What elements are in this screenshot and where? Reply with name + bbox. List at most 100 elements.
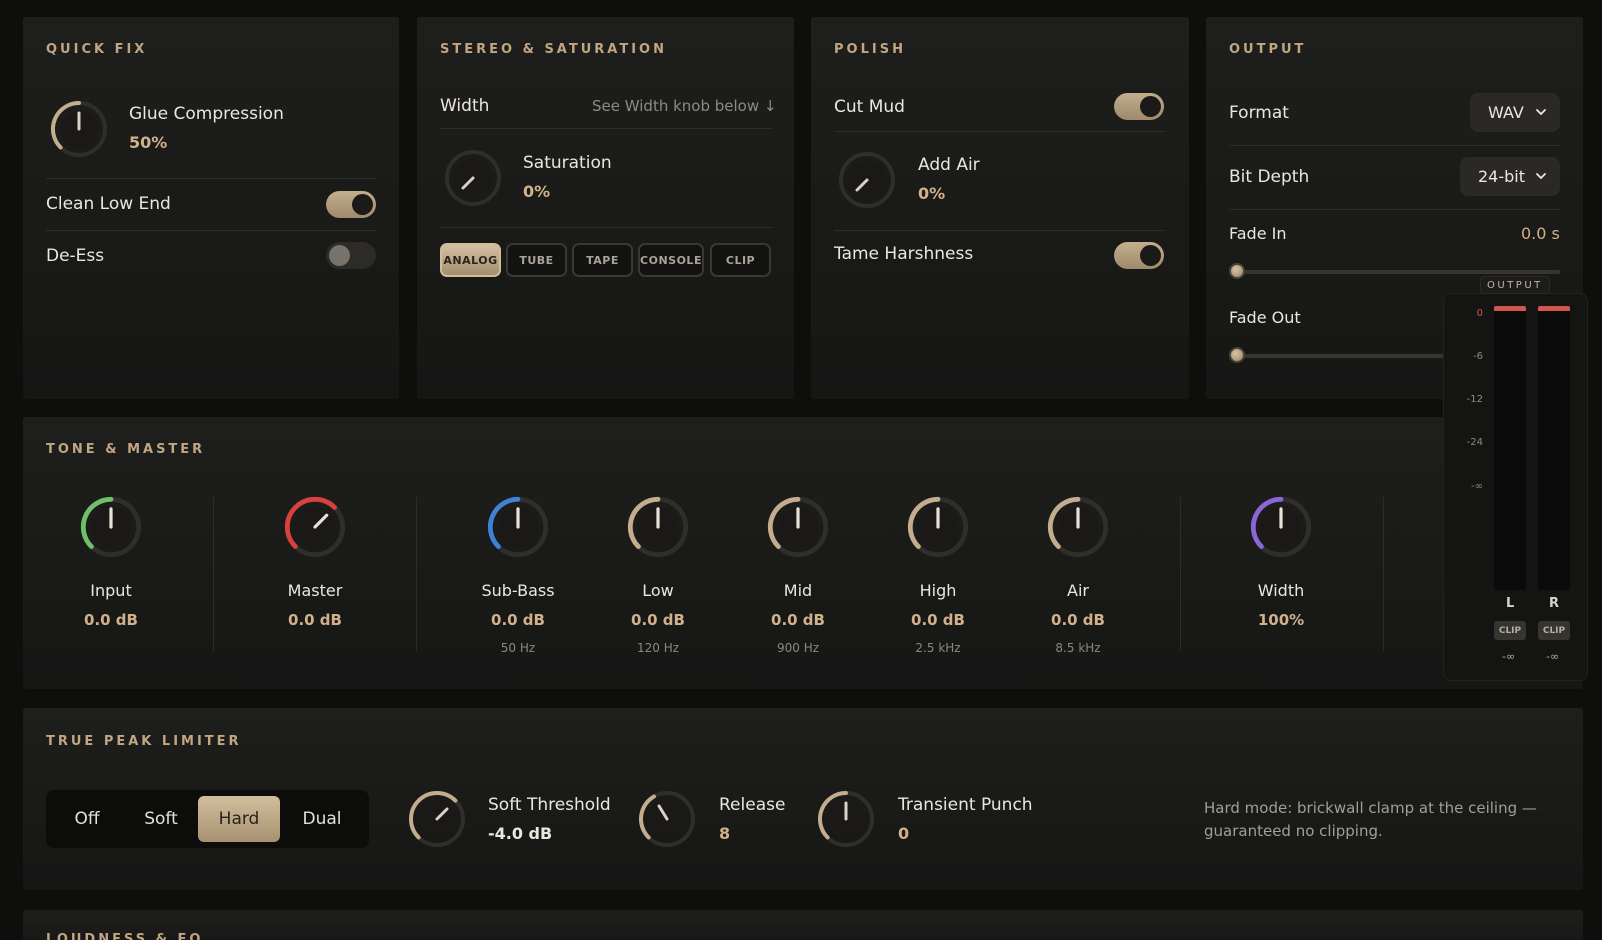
output-meter-title: OUTPUT [1480,276,1550,294]
air-knob[interactable] [1045,494,1111,560]
sub-bass-label: Sub-Bass [481,581,555,600]
limiter-mode-note: Hard mode: brickwall clamp at the ceilin… [1204,799,1537,840]
limiter-mode-soft[interactable]: Soft [126,796,196,842]
add-air-label: Add Air [918,155,980,175]
limiter-mode-dual[interactable]: Dual [284,796,360,842]
low-frequency: 120 Hz [636,641,680,655]
limiter-mode-off[interactable]: Off [54,796,120,842]
cut-mud-toggle[interactable] [1114,93,1164,120]
limiter-mode-hard[interactable]: Hard [198,796,280,842]
meter-tick: 0 [1476,308,1483,319]
transient-punch-label: Transient Punch [898,795,1033,815]
mode-chip-analog[interactable]: ANALOG [440,243,501,277]
meter-channel-left: L [1506,596,1515,611]
sub-bass-knob[interactable] [485,494,551,560]
release-knob[interactable] [636,788,698,850]
divider [416,497,417,651]
input-knob[interactable] [78,494,144,560]
divider [1229,145,1560,146]
divider [46,178,376,179]
clean-low-end-toggle[interactable] [326,191,376,218]
meter-bar-left [1494,306,1526,590]
glue-compression-label: Glue Compression [129,104,284,124]
toggle-thumb [1140,245,1161,266]
fade-out-slider-thumb[interactable] [1229,347,1245,363]
fade-out-label: Fade Out [1229,308,1301,327]
add-air-value: 0% [918,184,946,203]
quick-fix-title: QUICK FIX [46,42,148,57]
bit-depth-value: 24-bit [1478,167,1526,186]
de-ess-toggle[interactable] [326,242,376,269]
meter-tick: -6 [1473,351,1483,362]
fade-in-slider[interactable] [1237,270,1560,274]
air-value: 0.0 dB [1051,611,1105,629]
sub-bass-frequency: 50 Hz [500,641,536,655]
air-frequency: 8.5 kHz [1055,641,1101,655]
soft-threshold-label: Soft Threshold [488,795,611,815]
clip-indicator-right[interactable]: CLIP [1538,621,1570,640]
mid-value: 0.0 dB [771,611,825,629]
tame-harshness-label: Tame Harshness [834,244,974,264]
mode-chip-tape[interactable]: TAPE [572,243,633,277]
glue-compression-value: 50% [129,133,168,152]
input-value: 0.0 dB [84,611,138,629]
fade-in-value: 0.0 s [1521,224,1560,243]
high-value: 0.0 dB [911,611,965,629]
divider [834,230,1165,231]
fade-in-label: Fade In [1229,224,1287,243]
limiter-title: TRUE PEAK LIMITER [46,734,242,749]
output-title: OUTPUT [1229,42,1307,57]
air-label: Air [1067,581,1089,600]
divider [1180,497,1181,651]
add-air-knob[interactable] [836,149,898,211]
low-value: 0.0 dB [631,611,685,629]
bit-depth-select[interactable]: 24-bit [1460,157,1560,196]
toggle-thumb [352,194,373,215]
high-knob[interactable] [905,494,971,560]
saturation-knob[interactable] [442,147,504,209]
clean-low-end-label: Clean Low End [46,194,171,214]
width-knob[interactable] [1248,494,1314,560]
master-value: 0.0 dB [288,611,342,629]
meter-readout-left: -∞ [1502,650,1516,663]
bit-depth-label: Bit Depth [1229,167,1310,187]
fade-out-slider[interactable] [1237,354,1447,358]
transient-punch-knob[interactable] [815,788,877,850]
mode-chip-console[interactable]: CONSOLE [638,243,704,277]
saturation-value: 0% [523,182,551,201]
soft-threshold-knob[interactable] [406,788,468,850]
width-value: 100% [1257,611,1305,629]
high-label: High [919,581,957,600]
meter-tick: -12 [1466,394,1483,405]
format-select[interactable]: WAV [1470,93,1560,132]
chevron-down-icon [1536,173,1546,180]
fade-in-slider-thumb[interactable] [1229,263,1245,279]
low-knob[interactable] [625,494,691,560]
divider [1229,209,1560,210]
toggle-thumb [329,245,350,266]
tone-master-title: TONE & MASTER [46,442,206,457]
release-label: Release [719,795,786,815]
clip-indicator-left[interactable]: CLIP [1494,621,1526,640]
soft-threshold-value: -4.0 dB [488,824,553,843]
master-knob[interactable] [282,494,348,560]
saturation-label: Saturation [523,153,612,173]
tame-harshness-toggle[interactable] [1114,242,1164,269]
divider [834,131,1165,132]
meter-channel-right: R [1549,596,1560,611]
glue-compression-knob[interactable] [48,98,110,160]
mid-frequency: 900 Hz [776,641,820,655]
peak-cap [1538,306,1570,311]
mode-chip-clip[interactable]: CLIP [710,243,771,277]
limiter-mode-selector: Off Soft Hard Dual [46,790,369,848]
peak-cap [1494,306,1526,311]
meter-tick: -∞ [1471,481,1483,492]
cut-mud-label: Cut Mud [834,97,905,117]
divider [1383,497,1384,651]
format-label: Format [1229,103,1289,123]
sub-bass-value: 0.0 dB [491,611,545,629]
polish-title: POLISH [834,42,906,57]
input-label: Input [90,581,132,600]
mid-knob[interactable] [765,494,831,560]
mode-chip-tube[interactable]: TUBE [506,243,567,277]
